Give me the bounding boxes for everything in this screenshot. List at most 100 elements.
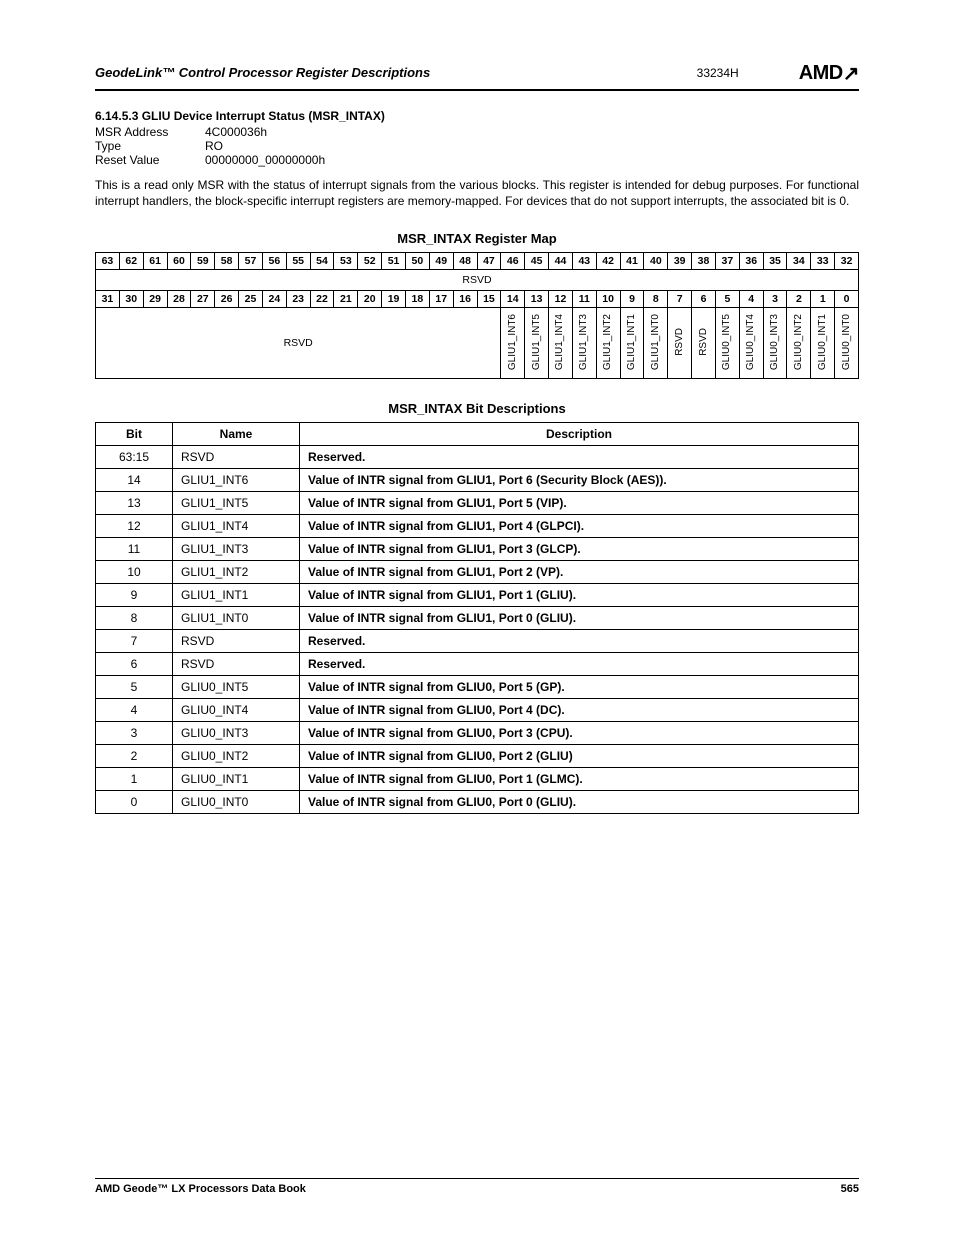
- table-row: 4GLIU0_INT4Value of INTR signal from GLI…: [96, 699, 859, 722]
- table-row: 5GLIU0_INT5Value of INTR signal from GLI…: [96, 676, 859, 699]
- bit-cell: 43: [572, 253, 596, 270]
- table-row: 3GLIU0_INT3Value of INTR signal from GLI…: [96, 722, 859, 745]
- table-row: 6RSVDReserved.: [96, 653, 859, 676]
- bit-cell: 15: [477, 291, 501, 308]
- table-row: 2GLIU0_INT2Value of INTR signal from GLI…: [96, 745, 859, 768]
- footer-left: AMD Geode™ LX Processors Data Book: [95, 1183, 306, 1195]
- bit-cell: 25: [239, 291, 263, 308]
- table-row: 11GLIU1_INT3Value of INTR signal from GL…: [96, 538, 859, 561]
- bit-cell: 51: [382, 253, 406, 270]
- doc-number: 33234H: [697, 66, 739, 80]
- bit-cell: 32: [835, 253, 859, 270]
- bit-desc: Reserved.: [300, 653, 859, 676]
- bit-cell: 41: [620, 253, 644, 270]
- bit-value: 13: [96, 492, 173, 515]
- footer-page: 565: [841, 1183, 859, 1195]
- bit-value: 10: [96, 561, 173, 584]
- bit-label: GLIU1_INT2: [596, 308, 620, 379]
- bit-label: GLIU1_INT0: [644, 308, 668, 379]
- bit-label: RSVD: [692, 308, 716, 379]
- bit-desc: Value of INTR signal from GLIU0, Port 5 …: [300, 676, 859, 699]
- regmap-title: MSR_INTAX Register Map: [95, 231, 859, 246]
- bit-name: GLIU1_INT5: [173, 492, 300, 515]
- bit-value: 2: [96, 745, 173, 768]
- bit-cell: 18: [405, 291, 429, 308]
- bit-cell: 4: [739, 291, 763, 308]
- table-row: 13GLIU1_INT5Value of INTR signal from GL…: [96, 492, 859, 515]
- bit-cell: 5: [715, 291, 739, 308]
- bit-desc: Value of INTR signal from GLIU0, Port 4 …: [300, 699, 859, 722]
- bit-cell: 28: [167, 291, 191, 308]
- bit-cell: 40: [644, 253, 668, 270]
- table-row: 63:15RSVDReserved.: [96, 446, 859, 469]
- bit-label: GLIU0_INT4: [739, 308, 763, 379]
- bit-desc: Value of INTR signal from GLIU1, Port 0 …: [300, 607, 859, 630]
- bit-desc: Value of INTR signal from GLIU0, Port 1 …: [300, 768, 859, 791]
- bit-value: 6: [96, 653, 173, 676]
- bit-cell: 60: [167, 253, 191, 270]
- bitdesc-title: MSR_INTAX Bit Descriptions: [95, 401, 859, 416]
- bit-label: GLIU0_INT2: [787, 308, 811, 379]
- bit-desc: Reserved.: [300, 446, 859, 469]
- bit-cell: 27: [191, 291, 215, 308]
- bit-cell: 24: [262, 291, 286, 308]
- bit-label: GLIU1_INT3: [572, 308, 596, 379]
- bit-label: RSVD: [668, 308, 692, 379]
- bit-cell: 58: [215, 253, 239, 270]
- bit-cell: 49: [429, 253, 453, 270]
- bit-cell: 36: [739, 253, 763, 270]
- bit-cell: 54: [310, 253, 334, 270]
- bit-cell: 61: [143, 253, 167, 270]
- bit-cell: 57: [239, 253, 263, 270]
- table-row: 1GLIU0_INT1Value of INTR signal from GLI…: [96, 768, 859, 791]
- bit-cell: 8: [644, 291, 668, 308]
- bit-value: 8: [96, 607, 173, 630]
- type-label: Type: [95, 139, 205, 153]
- bit-cell: 7: [668, 291, 692, 308]
- bit-name: RSVD: [173, 446, 300, 469]
- col-bit: Bit: [96, 423, 173, 446]
- section-body: This is a read only MSR with the status …: [95, 177, 859, 209]
- bit-name: GLIU1_INT3: [173, 538, 300, 561]
- bit-cell: 31: [96, 291, 120, 308]
- bit-value: 0: [96, 791, 173, 814]
- bit-cell: 42: [596, 253, 620, 270]
- page-header: GeodeLink™ Control Processor Register De…: [95, 60, 859, 91]
- bit-cell: 9: [620, 291, 644, 308]
- bit-label: GLIU1_INT6: [501, 308, 525, 379]
- bit-label: GLIU0_INT5: [715, 308, 739, 379]
- bit-name: RSVD: [173, 653, 300, 676]
- type-value: RO: [205, 139, 223, 153]
- bit-label: GLIU1_INT5: [525, 308, 549, 379]
- bit-desc: Value of INTR signal from GLIU0, Port 3 …: [300, 722, 859, 745]
- bit-name: GLIU1_INT6: [173, 469, 300, 492]
- bit-label: GLIU1_INT1: [620, 308, 644, 379]
- bit-desc: Value of INTR signal from GLIU1, Port 2 …: [300, 561, 859, 584]
- bit-cell: 0: [835, 291, 859, 308]
- bit-cell: 52: [358, 253, 382, 270]
- bit-desc: Value of INTR signal from GLIU1, Port 3 …: [300, 538, 859, 561]
- table-row: 8GLIU1_INT0Value of INTR signal from GLI…: [96, 607, 859, 630]
- bit-desc: Value of INTR signal from GLIU1, Port 4 …: [300, 515, 859, 538]
- bit-value: 7: [96, 630, 173, 653]
- msr-address-row: MSR Address 4C000036h: [95, 125, 859, 139]
- bit-desc: Value of INTR signal from GLIU1, Port 5 …: [300, 492, 859, 515]
- bit-label: GLIU0_INT0: [835, 308, 859, 379]
- bit-cell: 35: [763, 253, 787, 270]
- bit-name: GLIU0_INT3: [173, 722, 300, 745]
- reset-row: Reset Value 00000000_00000000h: [95, 153, 859, 167]
- bit-value: 63:15: [96, 446, 173, 469]
- bit-name: GLIU1_INT0: [173, 607, 300, 630]
- bit-desc: Reserved.: [300, 630, 859, 653]
- bit-cell: 20: [358, 291, 382, 308]
- bit-cell: 30: [119, 291, 143, 308]
- bit-value: 4: [96, 699, 173, 722]
- bit-cell: 62: [119, 253, 143, 270]
- msr-address-label: MSR Address: [95, 125, 205, 139]
- bit-cell: 10: [596, 291, 620, 308]
- bit-label: GLIU0_INT1: [811, 308, 835, 379]
- bit-cell: 3: [763, 291, 787, 308]
- bit-cell: 21: [334, 291, 358, 308]
- bit-name: GLIU1_INT2: [173, 561, 300, 584]
- bit-cell: 50: [405, 253, 429, 270]
